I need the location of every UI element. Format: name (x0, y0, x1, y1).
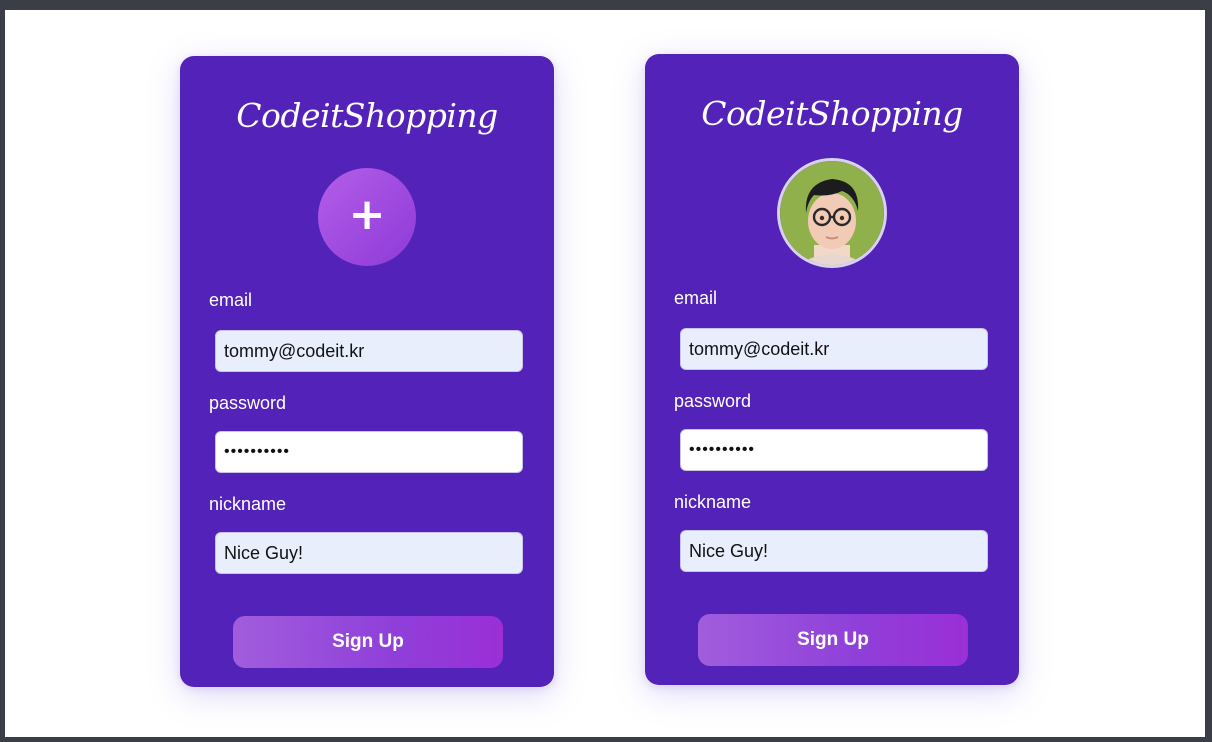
signup-card-empty-avatar: CodeitShopping + email password nickname… (180, 56, 554, 687)
nickname-field[interactable] (215, 532, 523, 574)
profile-photo-icon (780, 161, 884, 265)
brand-logo: CodeitShopping (701, 94, 963, 133)
nickname-label: nickname (674, 492, 752, 512)
profile-avatar[interactable] (780, 161, 884, 265)
nickname-label: nickname (209, 494, 287, 514)
sign-up-button[interactable]: Sign Up (233, 616, 503, 668)
email-label: email (209, 290, 253, 310)
brand-logo: CodeitShopping (236, 96, 498, 135)
password-field[interactable] (680, 429, 988, 471)
add-avatar-button[interactable]: + (318, 168, 416, 266)
password-label: password (674, 391, 752, 411)
password-field[interactable] (215, 431, 523, 473)
page-canvas: CodeitShopping + email password nickname… (5, 10, 1205, 737)
signup-card-with-avatar: CodeitShopping email tommy@codeit.kr pas… (645, 54, 1019, 685)
email-field[interactable] (215, 330, 523, 372)
plus-icon: + (348, 189, 386, 240)
email-label: email (674, 288, 718, 308)
sign-up-button[interactable]: Sign Up (698, 614, 968, 666)
email-field[interactable] (680, 328, 988, 370)
nickname-field[interactable] (680, 530, 988, 572)
password-label: password (209, 393, 287, 413)
